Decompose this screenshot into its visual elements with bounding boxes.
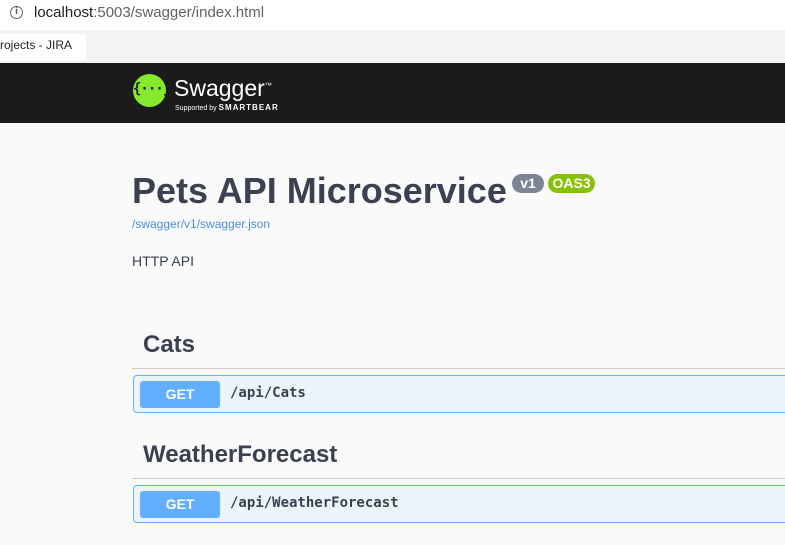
operation-get-weatherforecast[interactable]: GET /api/WeatherForecast <box>133 485 785 523</box>
info-icon[interactable]: i <box>10 6 23 19</box>
tag-cats-heading[interactable]: Cats <box>143 331 195 359</box>
spec-json-link[interactable]: /swagger/v1/swagger.json <box>132 217 270 231</box>
operation-path: /api/Cats <box>230 385 306 401</box>
bookmarks-bar: Projects - JIRA <box>0 30 785 63</box>
swagger-topbar: {···} Swagger™ Supported by SMARTBEAR <box>0 63 785 123</box>
divider <box>132 368 785 369</box>
browser-address-bar: i localhost:5003/swagger/index.html <box>0 0 785 30</box>
api-description: HTTP API <box>132 253 194 269</box>
logo-glyph: {···} <box>133 81 171 97</box>
version-badge: v1 <box>512 174 544 193</box>
method-badge-get: GET <box>140 491 220 518</box>
tag-weatherforecast-heading[interactable]: WeatherForecast <box>143 441 337 469</box>
url-field[interactable]: localhost:5003/swagger/index.html <box>34 4 264 21</box>
bookmark-jira[interactable]: Projects - JIRA <box>0 34 86 61</box>
method-badge-get: GET <box>140 381 220 408</box>
swagger-logo-icon[interactable]: {···} <box>133 74 171 107</box>
trademark: ™ <box>264 82 272 90</box>
url-rest: :5003/swagger/index.html <box>93 4 265 21</box>
supported-by-text: Supported by <box>175 105 217 112</box>
operation-path: /api/WeatherForecast <box>230 495 399 511</box>
operation-get-cats[interactable]: GET /api/Cats <box>133 375 785 413</box>
oas-badge: OAS3 <box>548 174 595 193</box>
bookmark-label: Projects - JIRA <box>0 38 73 52</box>
brand-text: Swagger <box>174 75 265 101</box>
supported-by: Supported by SMARTBEAR <box>175 103 279 112</box>
smartbear-text: SMARTBEAR <box>218 103 279 112</box>
divider <box>132 478 785 479</box>
page-title: Pets API Microservice <box>132 170 507 211</box>
brand-name[interactable]: Swagger™ <box>174 75 272 102</box>
url-host: localhost <box>34 4 94 21</box>
